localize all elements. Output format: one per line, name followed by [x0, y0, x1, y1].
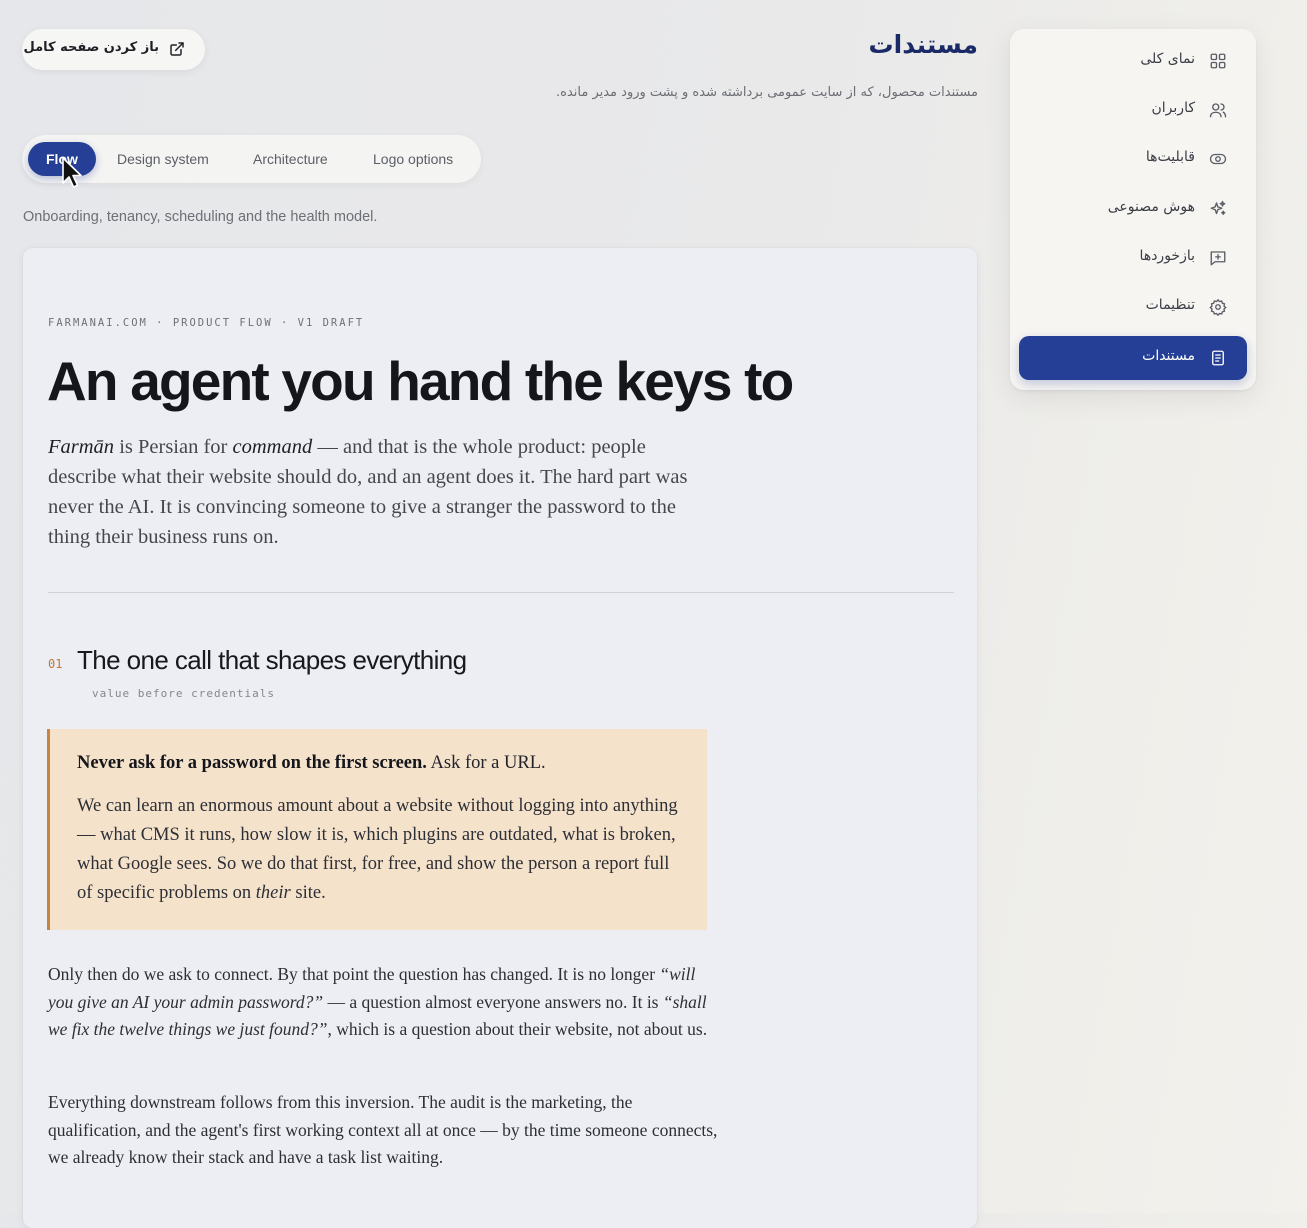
callout-body-a: We can learn an enormous amount about a … [77, 796, 678, 903]
para1-a: Only then do we ask to connect. By that … [48, 964, 660, 984]
doc-eyebrow: FARMANAI.COM · PRODUCT FLOW · V1 DRAFT [48, 317, 365, 329]
divider [48, 592, 954, 593]
sidebar-item-ai[interactable]: هوش مصنوعی [1019, 187, 1247, 231]
para1-c: , which is a question about their websit… [327, 1019, 708, 1039]
page-title: مستندات [868, 30, 978, 59]
paragraph-inversion: Everything downstream follows from this … [48, 1092, 718, 1167]
paragraph-connect: Only then do we ask to connect. By that … [48, 961, 718, 1044]
callout-lead-bold: Never ask for a password on the first sc… [77, 753, 427, 773]
sidebar-item-label: کاربران [1151, 100, 1195, 116]
tab-architecture[interactable]: Architecture [253, 142, 328, 176]
sidebar-item-label: نمای کلی [1140, 51, 1195, 67]
sidebar: نمای کلی کاربران قابلیت‌ها هوش مصنوعی با… [1010, 29, 1256, 390]
doc-title: An agent you hand the keys to [47, 350, 794, 412]
sidebar-item-features[interactable]: قابلیت‌ها [1019, 137, 1247, 181]
users-icon [1209, 101, 1227, 119]
external-link-icon [169, 41, 185, 57]
sidebar-item-feedback[interactable]: بازخوردها [1019, 236, 1247, 280]
para1-b: — a question almost everyone answers no.… [323, 991, 663, 1012]
sidebar-item-label: هوش مصنوعی [1107, 199, 1195, 215]
section-title: The one call that shapes everything [77, 645, 467, 675]
grid-icon [1209, 52, 1227, 70]
sidebar-item-label: قابلیت‌ها [1145, 149, 1195, 165]
sidebar-item-settings[interactable]: تنظیمات [1019, 285, 1247, 329]
sidebar-item-users[interactable]: کاربران [1019, 88, 1247, 132]
lede-word: command [232, 436, 313, 458]
callout-lead: Never ask for a password on the first sc… [77, 753, 546, 774]
mouse-cursor-icon [60, 156, 84, 190]
sidebar-item-label: بازخوردها [1139, 248, 1195, 264]
callout-body-em: their [255, 883, 291, 903]
sidebar-item-overview[interactable]: نمای کلی [1019, 39, 1247, 83]
tab-design-system[interactable]: Design system [117, 142, 209, 176]
lede-term: Farmān [48, 436, 115, 458]
document-card: FARMANAI.COM · PRODUCT FLOW · V1 DRAFT A… [23, 248, 977, 1228]
tab-logo-options[interactable]: Logo options [373, 142, 453, 176]
document-icon [1209, 349, 1227, 367]
sidebar-item-label: مستندات [1142, 348, 1195, 364]
tab-description: Onboarding, tenancy, scheduling and the … [23, 209, 378, 225]
sidebar-item-label: تنظیمات [1145, 297, 1195, 313]
message-plus-icon [1209, 249, 1227, 267]
sidebar-item-docs[interactable]: مستندات [1019, 336, 1247, 380]
open-full-page-label: باز کردن صفحه کامل [23, 40, 159, 55]
callout-lead-rest: Ask for a URL. [426, 753, 546, 773]
callout-body-b: site. [290, 883, 326, 903]
gear-icon [1209, 298, 1227, 316]
open-full-page-button[interactable]: باز کردن صفحه کامل [22, 29, 205, 70]
doc-tabs: Flow Design system Architecture Logo opt… [22, 135, 481, 183]
callout-box: Never ask for a password on the first sc… [47, 729, 707, 930]
section-number: 01 [48, 657, 63, 671]
section-subtitle: value before credentials [92, 687, 275, 700]
callout-body: We can learn an enormous amount about a … [77, 792, 687, 908]
sparkles-icon [1209, 200, 1227, 218]
doc-lede: Farmān is Persian for command — and that… [48, 432, 698, 552]
page-subtitle: مستندات محصول، که از سایت عمومی برداشته … [556, 85, 978, 100]
eye-icon [1209, 150, 1227, 168]
lede-text-1: is Persian for [114, 436, 233, 458]
